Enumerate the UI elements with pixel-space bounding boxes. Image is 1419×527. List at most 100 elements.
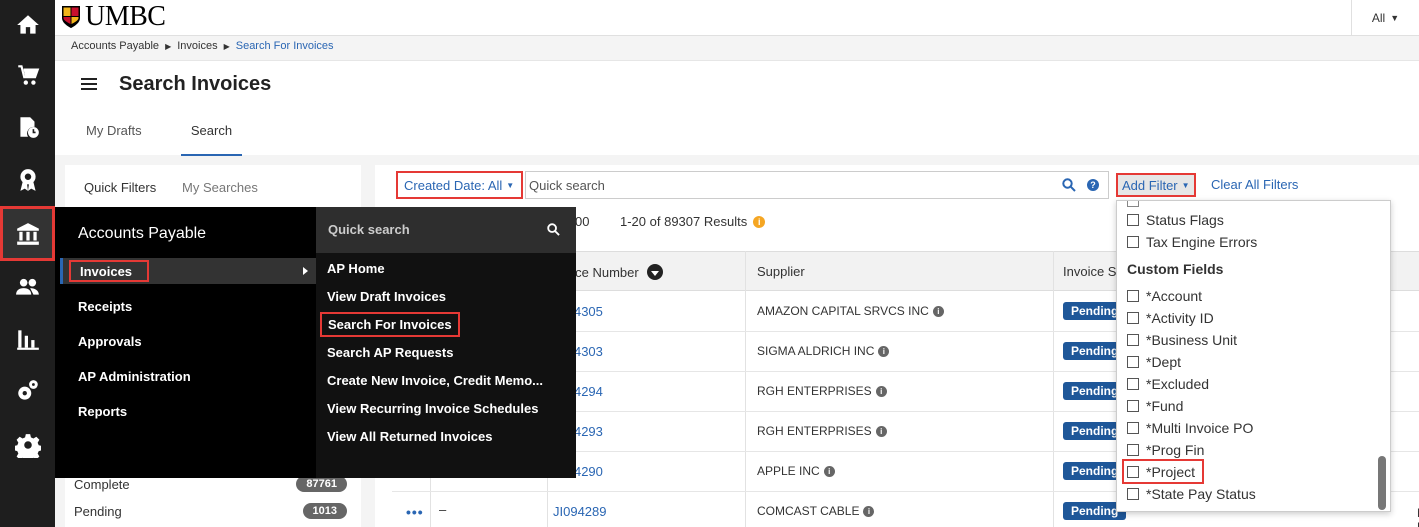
breadcrumb-item[interactable]: Accounts Payable <box>71 40 159 52</box>
checkbox[interactable] <box>1127 214 1139 226</box>
bank-icon[interactable] <box>0 206 55 261</box>
hamburger-menu-icon[interactable] <box>81 78 97 93</box>
search-icon[interactable] <box>547 223 560 236</box>
option-label: *Fund <box>1146 398 1184 414</box>
info-icon[interactable]: i <box>875 425 887 437</box>
checkbox[interactable] <box>1127 400 1139 412</box>
checkbox[interactable] <box>1127 444 1139 456</box>
checkbox[interactable] <box>1127 488 1139 500</box>
sort-desc-icon[interactable] <box>646 264 663 280</box>
info-icon[interactable]: i <box>863 505 875 517</box>
breadcrumb-item[interactable]: Invoices <box>177 40 217 52</box>
page-title: Search Invoices <box>119 73 272 95</box>
date-filter-label: Created Date: All <box>404 177 503 193</box>
submenu-item-search-ap-requests[interactable]: Search AP Requests <box>327 345 453 360</box>
flyout-item-receipts[interactable]: Receipts <box>78 299 132 314</box>
add-filter-label: Add Filter <box>1122 177 1178 193</box>
submenu-search-input[interactable] <box>328 219 548 239</box>
column-invoice-status[interactable]: Invoice S <box>1063 264 1116 279</box>
row-dash: – <box>439 502 447 517</box>
filter-option[interactable]: *Activity ID <box>1127 310 1214 326</box>
supplier-name: RGH ENTERPRISES <box>757 424 872 438</box>
invoice-number-link[interactable]: JI094289 <box>553 504 607 519</box>
bar-chart-icon[interactable] <box>0 314 55 364</box>
supplier-cell: AMAZON CAPITAL SRVCS INC i <box>757 304 944 318</box>
checkbox[interactable] <box>1127 422 1139 434</box>
option-label: *State Pay Status <box>1146 486 1256 502</box>
option-label: Status Flags <box>1146 212 1224 228</box>
checkbox[interactable] <box>1127 334 1139 346</box>
clear-all-filters-link[interactable]: Clear All Filters <box>1211 177 1298 192</box>
created-date-filter[interactable]: Created Date: All ▼ <box>396 171 523 199</box>
filter-option[interactable]: Status Flags <box>1127 212 1224 228</box>
checkbox[interactable] <box>1127 236 1139 248</box>
supplier-cell: RGH ENTERPRISES i <box>757 424 887 438</box>
filter-option[interactable]: *Dept <box>1127 354 1181 370</box>
tab-quick-filters[interactable]: Quick Filters <box>84 180 156 195</box>
supplier-cell: SIGMA ALDRICH INC i <box>757 344 890 358</box>
gear-icon[interactable] <box>0 420 55 470</box>
gears-icon[interactable] <box>0 366 55 416</box>
scope-selector[interactable]: All ▼ <box>1351 0 1419 36</box>
option-label: *Dept <box>1146 354 1182 370</box>
umbc-logo[interactable]: UMBC <box>61 2 166 32</box>
count-badge: 87761 <box>296 476 347 492</box>
submenu-item-returned-invoices[interactable]: View All Returned Invoices <box>327 429 492 444</box>
checkbox[interactable] <box>1127 312 1139 324</box>
flyout-item-invoices[interactable]: Invoices <box>60 258 316 284</box>
filter-label: Pending <box>74 503 122 519</box>
filter-option[interactable]: *Business Unit <box>1127 332 1237 348</box>
option-label: *Multi Invoice PO <box>1146 420 1254 436</box>
shield-logo-icon <box>62 6 80 28</box>
filter-label: Complete <box>74 476 130 492</box>
submenu-item-view-draft-invoices[interactable]: View Draft Invoices <box>327 289 446 304</box>
home-icon[interactable] <box>0 0 55 50</box>
info-icon[interactable]: i <box>875 385 887 397</box>
submenu-item-recurring-schedules[interactable]: View Recurring Invoice Schedules <box>327 401 538 416</box>
search-icon[interactable] <box>1060 176 1078 194</box>
tab-search[interactable]: Search <box>181 123 242 156</box>
breadcrumb: Accounts Payable ▶ Invoices ▶ Search For… <box>71 40 334 52</box>
filter-option[interactable]: *Excluded <box>1127 376 1209 392</box>
users-check-icon[interactable] <box>0 262 55 312</box>
submenu-item-search-for-invoices[interactable]: Search For Invoices <box>320 312 460 337</box>
submenu-item-create-new-invoice[interactable]: Create New Invoice, Credit Memo... <box>327 373 543 388</box>
caret-down-icon: ▼ <box>1390 13 1400 23</box>
supplier-cell: APPLE INC i <box>757 464 835 478</box>
per-page-selector[interactable]: 00 <box>575 214 589 229</box>
filter-option[interactable]: *Fund <box>1127 398 1183 414</box>
add-filter-button[interactable]: Add Filter ▼ <box>1116 173 1196 197</box>
column-supplier[interactable]: Supplier <box>757 264 805 279</box>
quick-search-input[interactable] <box>526 177 1060 193</box>
info-icon[interactable]: i <box>878 345 890 357</box>
info-icon[interactable]: i <box>823 465 835 477</box>
award-icon[interactable] <box>0 155 55 205</box>
breadcrumb-current[interactable]: Search For Invoices <box>236 40 334 52</box>
chevron-right-icon: ▶ <box>223 41 230 51</box>
filter-row-pending[interactable]: Pending 1013 <box>74 499 347 523</box>
flyout-item-reports[interactable]: Reports <box>78 404 127 419</box>
dropdown-scrollbar[interactable] <box>1378 456 1386 510</box>
column-invoice-number[interactable]: oice Number <box>565 264 663 280</box>
info-icon[interactable]: i <box>932 305 944 317</box>
checkbox[interactable] <box>1127 378 1139 390</box>
checkbox[interactable] <box>1127 356 1139 368</box>
cart-icon[interactable] <box>0 50 55 100</box>
option-label: *Account <box>1146 288 1203 304</box>
filter-option[interactable]: *Multi Invoice PO <box>1127 420 1253 436</box>
info-icon[interactable]: i <box>753 215 766 228</box>
tab-my-searches[interactable]: My Searches <box>182 180 258 195</box>
filter-option[interactable]: *Account <box>1127 288 1202 304</box>
submenu-item-ap-home[interactable]: AP Home <box>327 261 385 276</box>
filter-option[interactable]: Tax Engine Errors <box>1127 234 1257 250</box>
filter-option[interactable]: *State Pay Status <box>1127 486 1256 502</box>
checkbox <box>1127 201 1139 207</box>
checkbox[interactable] <box>1127 290 1139 302</box>
row-actions-icon[interactable]: ••• <box>406 504 424 520</box>
filter-option[interactable]: *Prog Fin <box>1127 442 1204 458</box>
help-icon[interactable]: ? <box>1084 176 1102 194</box>
documents-clock-icon[interactable] <box>0 102 55 152</box>
tab-my-drafts[interactable]: My Drafts <box>86 123 142 156</box>
flyout-item-ap-administration[interactable]: AP Administration <box>78 369 191 384</box>
flyout-item-approvals[interactable]: Approvals <box>78 334 142 349</box>
